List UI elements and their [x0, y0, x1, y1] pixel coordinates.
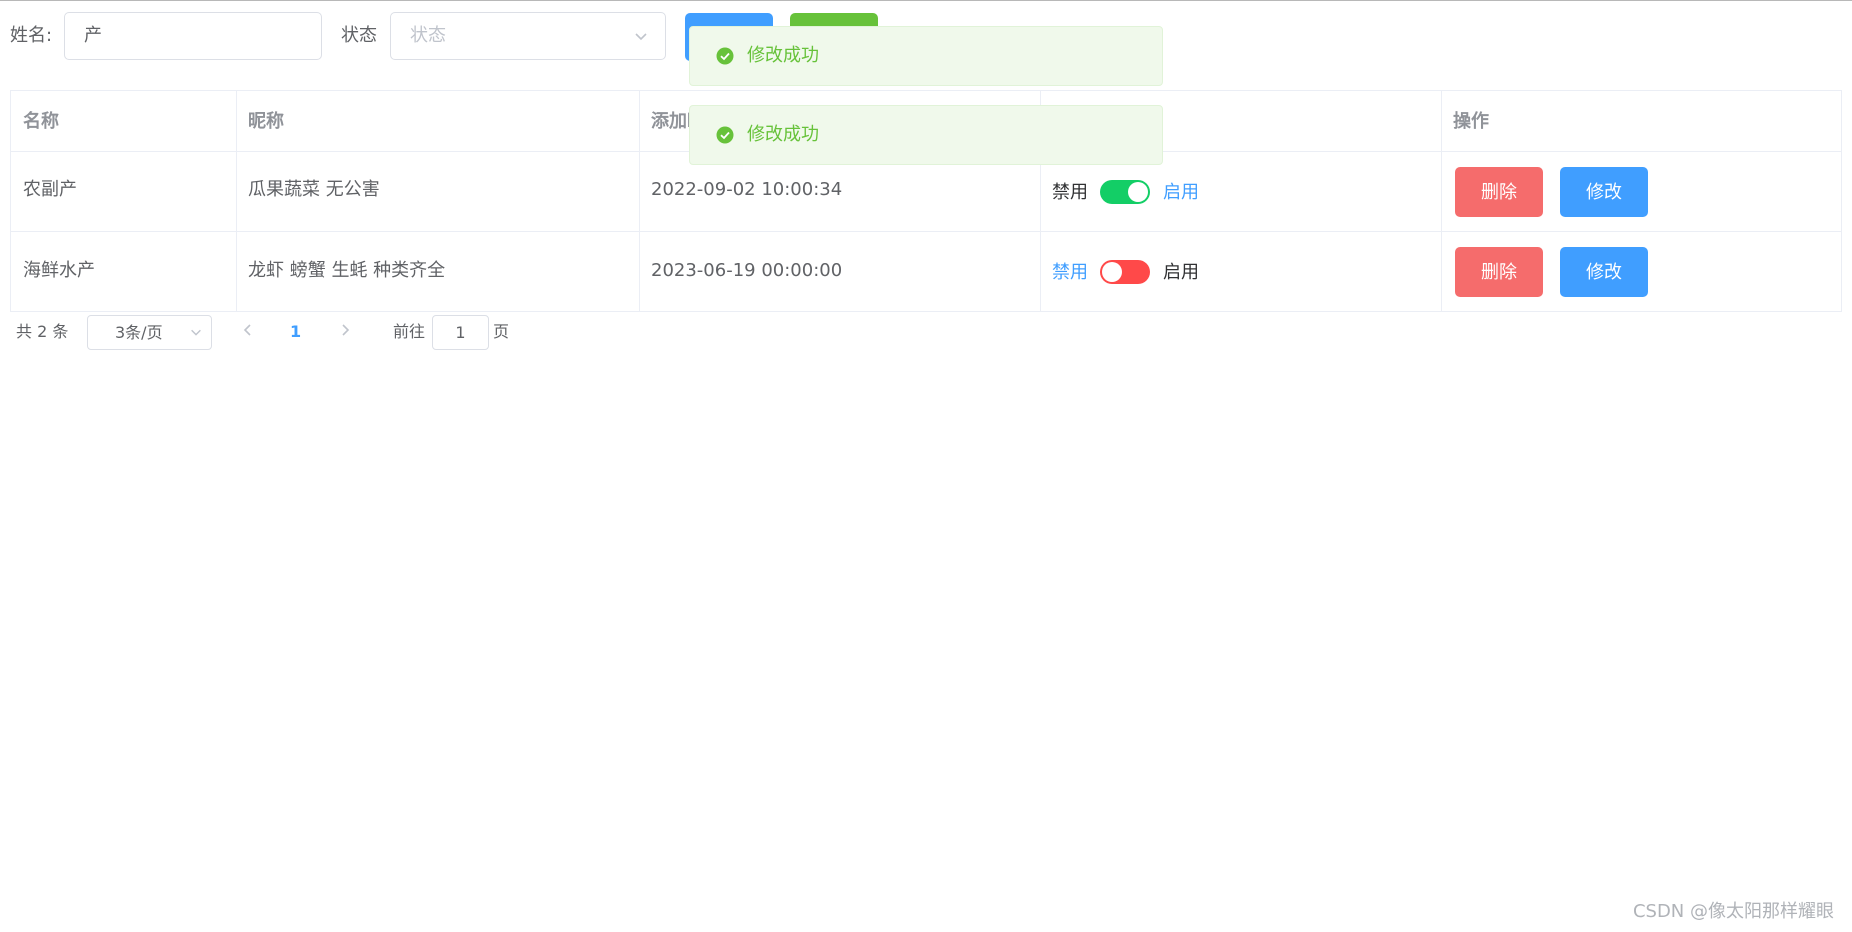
name-label: 姓名: — [10, 25, 53, 46]
chevron-down-icon — [635, 33, 647, 41]
column-header-nickname: 昵称 — [248, 111, 284, 132]
row-divider — [11, 231, 1841, 232]
switch-knob — [1128, 182, 1148, 202]
switch-knob — [1102, 262, 1122, 282]
check-circle-icon — [716, 126, 734, 144]
name-input[interactable]: 产 — [64, 12, 322, 60]
col-divider — [236, 91, 237, 311]
success-toast: 修改成功 — [689, 105, 1163, 165]
col-divider — [1441, 91, 1442, 311]
page-size-select[interactable]: 3条/页 — [87, 315, 212, 350]
pagination-total: 共 2 条 — [16, 322, 69, 341]
status-label: 状态 — [341, 25, 377, 46]
col-divider — [639, 91, 640, 311]
cell-time: 2022-09-02 10:00:34 — [651, 179, 843, 200]
edit-button[interactable]: 修改 — [1560, 167, 1648, 217]
check-circle-icon — [716, 47, 734, 65]
goto-page-input[interactable]: 1 — [432, 315, 489, 350]
page-size-value: 3条/页 — [115, 323, 163, 342]
toast-message: 修改成功 — [747, 124, 819, 145]
status-switch[interactable] — [1100, 180, 1150, 204]
chevron-down-icon — [191, 329, 201, 336]
cell-name: 农副产 — [23, 179, 77, 200]
goto-prefix: 前往 — [393, 322, 426, 341]
column-header-actions: 操作 — [1453, 111, 1489, 132]
switch-on-label: 启用 — [1163, 182, 1199, 203]
status-placeholder: 状态 — [410, 25, 446, 46]
delete-button[interactable]: 删除 — [1455, 167, 1543, 217]
edit-button[interactable]: 修改 — [1560, 247, 1648, 297]
watermark: CSDN @像太阳那样耀眼 — [1632, 901, 1834, 922]
switch-off-label: 禁用 — [1052, 182, 1088, 203]
cell-time: 2023-06-19 00:00:00 — [651, 260, 843, 281]
toast-message: 修改成功 — [747, 45, 819, 66]
success-toast: 修改成功 — [689, 26, 1163, 86]
prev-page-icon[interactable] — [240, 322, 256, 338]
goto-suffix: 页 — [493, 322, 510, 341]
status-select[interactable]: 状态 — [390, 12, 666, 60]
switch-off-label: 禁用 — [1052, 262, 1088, 283]
cell-nickname: 龙虾 螃蟹 生蚝 种类齐全 — [248, 260, 446, 281]
cell-name: 海鲜水产 — [23, 260, 95, 281]
delete-button[interactable]: 删除 — [1455, 247, 1543, 297]
switch-on-label: 启用 — [1163, 262, 1199, 283]
pagination-current-page[interactable]: 1 — [290, 320, 301, 344]
cell-nickname: 瓜果蔬菜 无公害 — [248, 179, 380, 200]
name-input-value: 产 — [84, 25, 102, 46]
column-header-name: 名称 — [23, 111, 59, 132]
status-switch[interactable] — [1100, 260, 1150, 284]
next-page-icon[interactable] — [337, 322, 353, 338]
